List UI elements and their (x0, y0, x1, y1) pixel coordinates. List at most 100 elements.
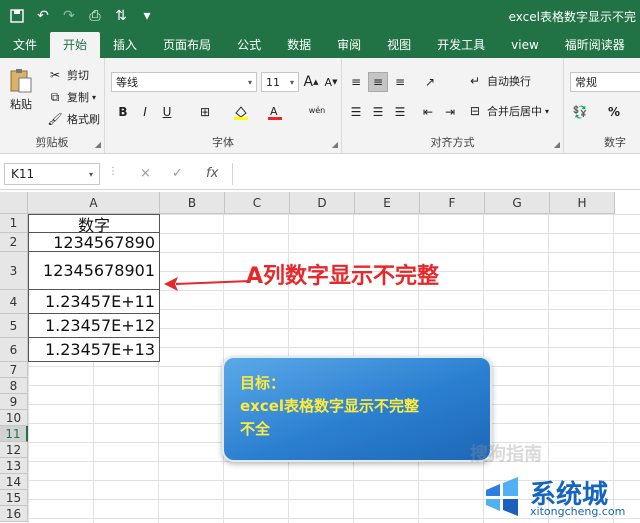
enter-icon[interactable]: ✓ (172, 166, 183, 181)
copy-button[interactable]: ⧉ 复制 ▾ (46, 88, 96, 106)
cell-a2[interactable]: 1234567890 (28, 233, 160, 252)
align-top-icon[interactable]: ≡ (346, 72, 366, 92)
decrease-indent-icon[interactable]: ⇤ (418, 102, 438, 122)
goal-line-1: excel表格数字显示不完整 (240, 397, 420, 415)
cancel-icon[interactable]: × (140, 166, 151, 181)
font-name-select[interactable]: 等线 ▾ (111, 72, 257, 92)
underline-button[interactable]: U (157, 102, 177, 122)
tab-developer[interactable]: 开发工具 (424, 32, 498, 58)
insert-function-button[interactable]: fx (206, 166, 218, 181)
row-header-13[interactable]: 13 (0, 458, 28, 474)
align-middle-icon[interactable]: ≡ (368, 72, 388, 92)
cell-a4[interactable]: 1.23457E+11 (28, 290, 160, 314)
save-icon[interactable] (6, 5, 28, 27)
row-header-2[interactable]: 2 (0, 233, 28, 252)
goal-box: 目标： excel表格数字显示不完整 不全 (222, 356, 492, 462)
redo-icon[interactable]: ↷ (58, 5, 80, 27)
shrink-font-button[interactable]: A ▼ (321, 72, 341, 92)
format-painter-button[interactable]: 🖌 格式刷 (46, 110, 100, 128)
shrink-font-label: A (324, 75, 333, 89)
row-header-12[interactable]: 12 (0, 442, 28, 458)
merge-center-button[interactable]: ⊟ 合并后居中 ▾ (466, 102, 549, 120)
row-header-10[interactable]: 10 (0, 410, 28, 426)
align-right-icon[interactable]: ☰ (390, 102, 410, 122)
title-bar: ↶ ↷ ⎙ ⇅ ▾ excel表格数字显示不完 (0, 0, 640, 32)
formula-bar-divider: ⋮ (108, 166, 118, 177)
cell-a3[interactable]: 12345678901 (28, 252, 160, 290)
number-format-value: 常规 (575, 76, 597, 89)
row-header-5[interactable]: 5 (0, 314, 28, 338)
alignment-group-label: 对齐方式 (430, 136, 475, 149)
row-header-1[interactable]: 1 (0, 214, 28, 233)
italic-button[interactable]: I (135, 102, 155, 122)
row-header-16[interactable]: 16 (0, 506, 28, 522)
tab-file[interactable]: 文件 (0, 32, 50, 58)
bold-button[interactable]: B (113, 102, 133, 122)
wrap-text-button[interactable]: ↵ 自动换行 (466, 72, 531, 90)
tab-home[interactable]: 开始 (50, 32, 101, 58)
tab-foxit[interactable]: 福昕阅读器 (552, 32, 638, 58)
cell-a6[interactable]: 1.23457E+13 (28, 338, 160, 362)
row-header-4[interactable]: 4 (0, 290, 28, 314)
launcher-icon[interactable]: ◢ (95, 140, 101, 149)
align-center-icon[interactable]: ☰ (368, 102, 388, 122)
row-header-14[interactable]: 14 (0, 474, 28, 490)
tab-data[interactable]: 数据 (274, 32, 324, 58)
column-header-b[interactable]: B (160, 192, 225, 214)
undo-icon[interactable]: ↶ (32, 5, 54, 27)
cell-a5[interactable]: 1.23457E+12 (28, 314, 160, 338)
border-icon[interactable]: ⊞ (195, 102, 215, 122)
row-header-3[interactable]: 3 (0, 252, 28, 290)
print-preview-icon[interactable]: ⎙ (84, 5, 106, 27)
font-size-select[interactable]: 11 ▾ (261, 72, 299, 92)
row-header-9[interactable]: 9 (0, 394, 28, 410)
column-header-g[interactable]: G (485, 192, 550, 214)
grow-font-label: A (303, 74, 314, 90)
formula-input[interactable] (232, 163, 638, 185)
goal-title: 目标： (240, 374, 286, 392)
site-watermark: 系统城 xitongcheng.com (480, 472, 638, 520)
align-bottom-icon[interactable]: ≡ (390, 72, 410, 92)
tab-review[interactable]: 审阅 (324, 32, 374, 58)
tab-page-layout[interactable]: 页面布局 (150, 32, 224, 58)
sort-icon[interactable]: ⇅ (110, 5, 132, 27)
launcher-icon[interactable]: ◢ (554, 140, 560, 149)
annotation-arrow (164, 277, 251, 291)
number-format-select[interactable]: 常规 (570, 72, 640, 92)
row-header-6[interactable]: 6 (0, 338, 28, 362)
column-header-d[interactable]: D (290, 192, 355, 214)
paste-button[interactable]: 粘贴 (8, 68, 34, 112)
launcher-icon[interactable]: ◢ (332, 140, 338, 149)
grow-font-button[interactable]: A ▲ (301, 72, 321, 92)
row-header-8[interactable]: 8 (0, 378, 28, 394)
orientation-icon[interactable]: ↗ (420, 72, 440, 92)
name-box[interactable]: K11 ▾ (4, 163, 100, 185)
select-all-corner[interactable] (0, 192, 28, 214)
row-header-11[interactable]: 11 (0, 426, 28, 442)
tab-formulas[interactable]: 公式 (224, 32, 274, 58)
fill-color-icon[interactable] (231, 102, 251, 122)
column-header-f[interactable]: F (420, 192, 485, 214)
increase-indent-icon[interactable]: ⇥ (440, 102, 460, 122)
ribbon: 粘贴 ✂ 剪切 ⧉ 复制 ▾ 🖌 格式刷 剪贴板 ◢ 等线 ▾ 11 ▾ A ▲ … (0, 58, 640, 154)
tab-insert[interactable]: 插入 (100, 32, 150, 58)
tab-view-en[interactable]: view (498, 32, 552, 58)
column-header-e[interactable]: E (355, 192, 420, 214)
column-header-c[interactable]: C (225, 192, 290, 214)
row-header-7[interactable]: 7 (0, 362, 28, 378)
tab-view[interactable]: 视图 (374, 32, 424, 58)
clipboard-group-label: 剪贴板 (35, 136, 69, 149)
cut-button[interactable]: ✂ 剪切 (46, 66, 89, 84)
percent-button[interactable]: % (604, 102, 624, 122)
column-header-h[interactable]: H (550, 192, 615, 214)
align-left-icon[interactable]: ☰ (346, 102, 366, 122)
phonetic-icon[interactable]: wén (307, 100, 327, 120)
font-color-icon[interactable]: A (265, 102, 285, 122)
cut-label: 剪切 (67, 69, 89, 82)
cell-a1[interactable]: 数字 (28, 214, 160, 235)
customize-qat-icon[interactable]: ▾ (136, 5, 158, 27)
copy-icon: ⧉ (50, 89, 60, 104)
goal-line-2: 不全 (240, 420, 271, 438)
row-header-15[interactable]: 15 (0, 490, 28, 506)
currency-icon[interactable]: 💱 (570, 102, 590, 122)
